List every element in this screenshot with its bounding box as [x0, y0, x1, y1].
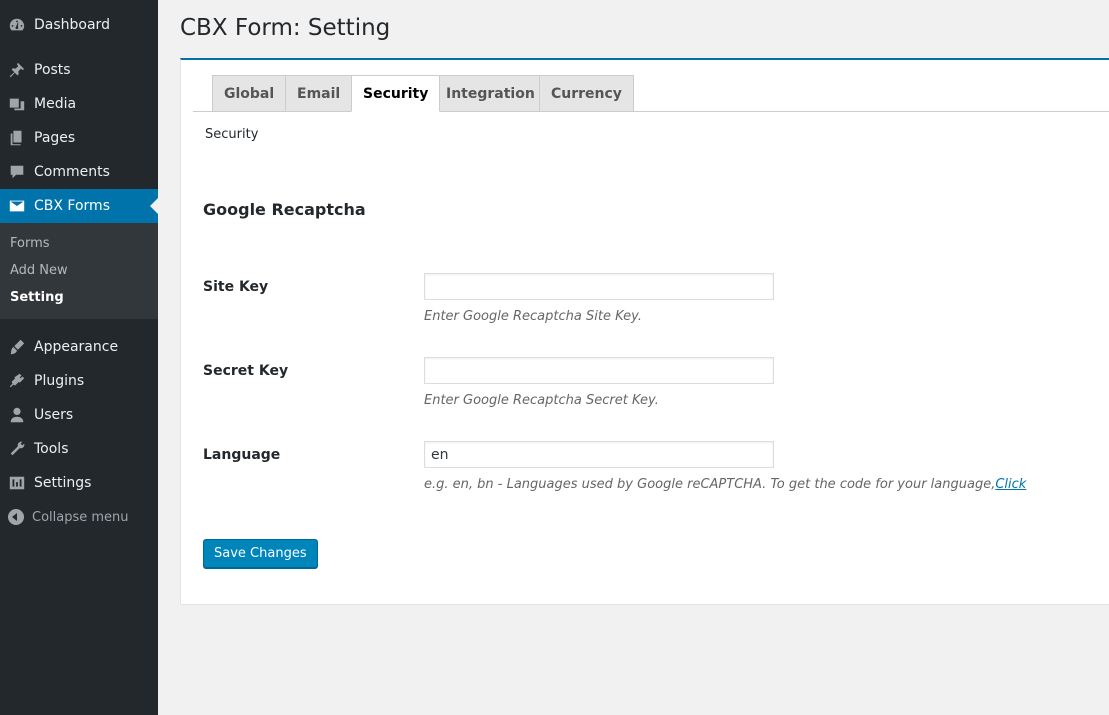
sidebar-item-posts[interactable]: Posts	[0, 53, 158, 87]
sidebar-item-cbx-forms[interactable]: CBX Forms	[0, 189, 158, 223]
sidebar-item-comments[interactable]: Comments	[0, 155, 158, 189]
sidebar-item-media[interactable]: Media	[0, 87, 158, 121]
tab-global[interactable]: Global	[212, 75, 287, 112]
save-changes-button[interactable]: Save Changes	[203, 539, 318, 568]
submenu-item-add-new[interactable]: Add New	[10, 263, 68, 278]
secret-key-description: Enter Google Recaptcha Secret Key.	[424, 393, 659, 408]
plugin-icon	[7, 371, 27, 391]
section-label: Security	[205, 127, 259, 142]
sidebar-item-tools[interactable]: Tools	[0, 432, 158, 466]
paintbrush-icon	[7, 337, 27, 357]
section-heading: Google Recaptcha	[203, 200, 366, 219]
sidebar-item-pages[interactable]: Pages	[0, 121, 158, 155]
envelope-icon	[7, 196, 27, 216]
sidebar-item-label: Media	[34, 96, 77, 112]
sidebar-item-label: Comments	[34, 164, 110, 180]
sidebar-item-label: Settings	[34, 475, 92, 491]
sidebar-item-settings[interactable]: Settings	[0, 466, 158, 500]
sidebar-item-label: Plugins	[34, 373, 85, 389]
sidebar-item-label: Pages	[34, 130, 76, 146]
pin-icon	[7, 60, 27, 80]
sidebar-item-label: CBX Forms	[34, 198, 110, 214]
submenu-item-setting[interactable]: Setting	[10, 290, 64, 305]
secret-key-input[interactable]	[424, 357, 774, 384]
sidebar-item-label: Dashboard	[34, 17, 110, 33]
page-title: CBX Form: Setting	[180, 15, 391, 41]
secret-key-label: Secret Key	[203, 363, 289, 379]
sidebar-item-label: Tools	[34, 441, 69, 457]
collapse-menu-button[interactable]: Collapse menu	[0, 503, 158, 531]
admin-sidebar: Dashboard Posts Media Pages Comments CBX…	[0, 0, 158, 715]
sidebar-item-appearance[interactable]: Appearance	[0, 330, 158, 364]
sidebar-item-users[interactable]: Users	[0, 398, 158, 432]
language-description-text: e.g. en, bn - Languages used by Google r…	[424, 477, 996, 492]
sidebar-item-label: Users	[34, 407, 74, 423]
tab-integration[interactable]: Integration	[434, 75, 547, 112]
settings-panel: Global Email Security Integration Curren…	[180, 58, 1109, 605]
submenu-item-forms[interactable]: Forms	[10, 236, 50, 251]
sidebar-item-dashboard[interactable]: Dashboard	[0, 8, 158, 42]
collapse-arrow-icon	[8, 509, 24, 525]
user-icon	[7, 405, 27, 425]
sidebar-submenu: Forms Add New Setting	[0, 223, 158, 319]
media-icon	[7, 94, 27, 114]
language-input[interactable]	[424, 441, 774, 468]
site-key-label: Site Key	[203, 279, 269, 295]
collapse-menu-label: Collapse menu	[32, 509, 129, 525]
site-key-input[interactable]	[424, 273, 774, 300]
wrench-icon	[7, 439, 27, 459]
tab-currency[interactable]: Currency	[539, 75, 634, 112]
tab-security[interactable]: Security	[351, 75, 441, 112]
language-label: Language	[203, 447, 281, 463]
sidebar-item-label: Posts	[34, 62, 71, 78]
sidebar-item-plugins[interactable]: Plugins	[0, 364, 158, 398]
tab-email[interactable]: Email	[285, 75, 353, 112]
sidebar-item-label: Appearance	[34, 339, 119, 355]
site-key-description: Enter Google Recaptcha Site Key.	[424, 309, 642, 324]
settings-icon	[7, 473, 27, 493]
dashboard-icon	[7, 15, 27, 35]
pages-icon	[7, 128, 27, 148]
language-code-link[interactable]: Click	[995, 477, 1026, 492]
language-description: e.g. en, bn - Languages used by Google r…	[424, 477, 1026, 492]
comment-icon	[7, 162, 27, 182]
